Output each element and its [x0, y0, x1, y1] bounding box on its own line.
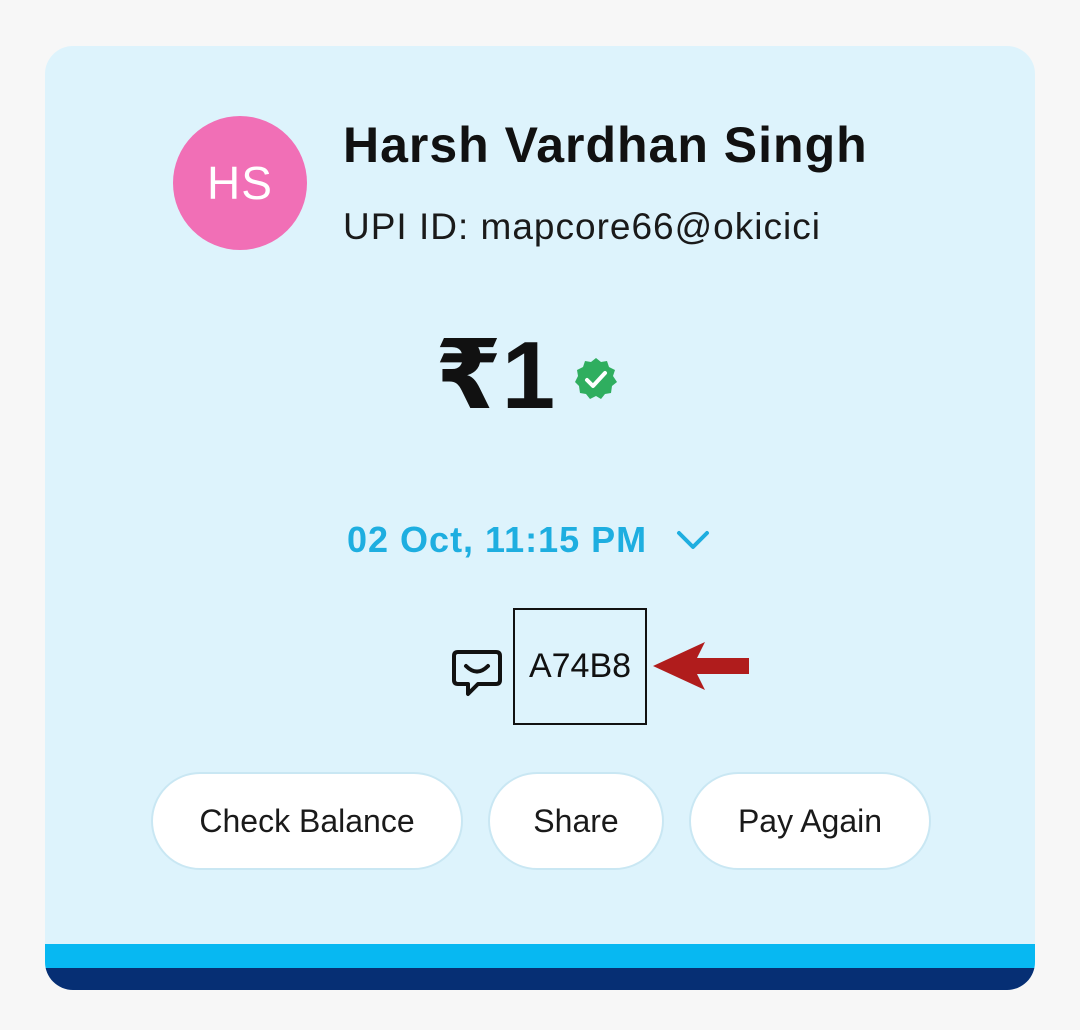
chevron-down-icon	[677, 531, 710, 549]
arrow-left-icon	[653, 642, 749, 690]
pay-again-button[interactable]: Pay Again	[689, 772, 931, 870]
verified-badge-icon	[575, 358, 617, 399]
stripe-light	[45, 944, 1035, 968]
payee-name: Harsh Vardhan Singh	[343, 117, 868, 173]
check-balance-button[interactable]: Check Balance	[151, 772, 463, 870]
date-toggle[interactable]: 02 Oct, 11:15 PM	[347, 516, 713, 564]
transaction-note: A74B8	[513, 608, 647, 725]
message-icon	[452, 650, 502, 696]
transaction-date: 02 Oct, 11:15 PM	[347, 519, 648, 560]
stripe-dark	[45, 968, 1035, 990]
upi-id: UPI ID: mapcore66@okicici	[343, 206, 821, 247]
amount: ₹1	[435, 322, 556, 429]
avatar: HS	[173, 116, 307, 250]
share-button[interactable]: Share	[488, 772, 664, 870]
transaction-card: HS Harsh Vardhan Singh UPI ID: mapcore66…	[45, 46, 1035, 990]
